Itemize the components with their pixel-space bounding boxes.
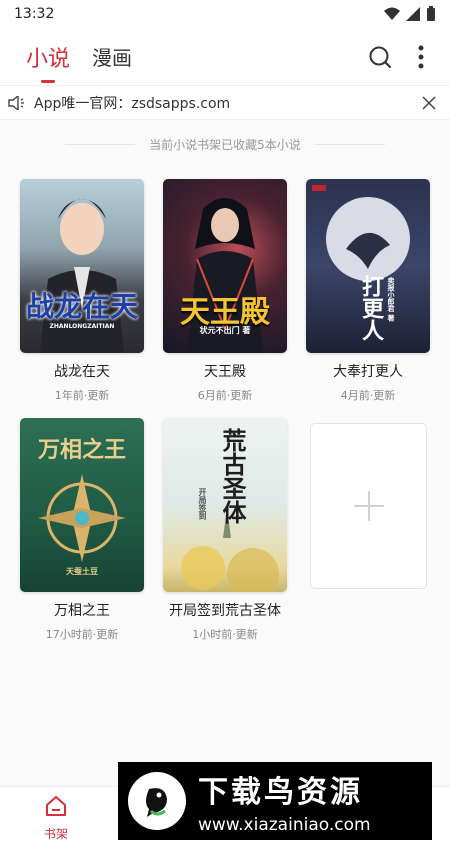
nav-bookshelf[interactable]: 书架 xyxy=(36,795,76,842)
cover-subtitle: 状元不出门 著 xyxy=(199,326,251,335)
book-item[interactable]: 战龙在天 ZHANLONGZAITIAN 战龙在天 1年前·更新 xyxy=(20,179,144,403)
tab-novel[interactable]: 小说 xyxy=(26,41,71,83)
search-icon[interactable] xyxy=(368,45,392,69)
status-bar: 13:32 xyxy=(0,0,450,28)
more-vertical-icon[interactable] xyxy=(418,45,424,69)
tab-comic[interactable]: 漫画 xyxy=(92,42,132,71)
notice-bar: App唯一官网：zsdsapps.com xyxy=(0,86,450,120)
divider-right xyxy=(314,144,385,145)
close-icon[interactable] xyxy=(422,95,436,110)
speaker-icon xyxy=(8,95,24,110)
book-update-time: 6月前·更新 xyxy=(197,389,253,402)
book-cover[interactable]: 战龙在天 ZHANLONGZAITIAN xyxy=(20,179,144,353)
notice-text: App唯一官网：zsdsapps.com xyxy=(34,95,231,112)
bird-logo-icon xyxy=(146,788,167,817)
cover-title: 战龙在天 xyxy=(25,290,138,323)
book-title: 万相之王 xyxy=(54,603,110,619)
watermark-logo xyxy=(128,772,186,830)
cover-subtitle: 卖报小郎君 著 xyxy=(387,277,395,322)
wifi-icon xyxy=(384,7,400,20)
book-update-time: 17小时前·更新 xyxy=(45,628,119,641)
cover-subtitle: 天蚕土豆 xyxy=(66,567,98,576)
active-tab-indicator xyxy=(41,79,55,83)
watermark-banner: 下载鸟资源 www.xiazainiao.com xyxy=(118,762,432,840)
plus-icon xyxy=(353,491,384,521)
book-item[interactable]: 打更人 卖报小郎君 著 大奉打更人 4月前·更新 xyxy=(306,179,430,403)
cover-title: 荒古圣体 xyxy=(218,428,246,524)
divider-left xyxy=(65,144,136,145)
book-update-time: 1年前·更新 xyxy=(54,389,110,402)
shelf-count: 当前小说书架已收藏5本小说 xyxy=(0,136,450,153)
book-cover[interactable]: 荒古圣体 开局签到 xyxy=(163,418,287,592)
tab-novel-label: 小说 xyxy=(26,46,71,72)
cover-title: 打更人 xyxy=(358,275,383,341)
cover-subtitle: ZHANLONGZAITIAN xyxy=(49,323,115,330)
cover-subtitle: 开局签到 xyxy=(198,488,207,520)
book-title: 大奉打更人 xyxy=(333,364,403,380)
watermark-title: 下载鸟资源 xyxy=(198,775,363,810)
signal-icon xyxy=(406,7,420,21)
book-item[interactable]: 天王殿 状元不出门 著 天王殿 6月前·更新 xyxy=(163,179,287,403)
book-update-time: 4月前·更新 xyxy=(340,389,396,402)
watermark-url: www.xiazainiao.com xyxy=(198,815,371,835)
battery-icon xyxy=(427,6,435,21)
shelf-count-text: 当前小说书架已收藏5本小说 xyxy=(149,138,301,152)
book-item[interactable]: 万相之王 天蚕土豆 万相之王 17小时前·更新 xyxy=(20,418,144,642)
book-item[interactable]: 荒古圣体 开局签到 开局签到荒古圣体 1小时前·更新 xyxy=(163,418,287,642)
book-title: 战龙在天 xyxy=(54,364,110,380)
top-tab-bar: 小说 漫画 xyxy=(0,28,450,86)
add-book-button[interactable] xyxy=(310,423,427,589)
book-cover[interactable]: 天王殿 状元不出门 著 xyxy=(163,179,287,353)
book-cover[interactable]: 打更人 卖报小郎君 著 xyxy=(306,179,430,353)
book-update-time: 1小时前·更新 xyxy=(192,628,258,641)
nav-bookshelf-label: 书架 xyxy=(43,827,68,841)
cover-title: 万相之王 xyxy=(37,438,126,463)
tab-comic-label: 漫画 xyxy=(92,46,133,70)
book-cover[interactable]: 万相之王 天蚕土豆 xyxy=(20,418,144,592)
status-icons xyxy=(384,6,436,22)
home-icon xyxy=(46,796,66,816)
book-title: 开局签到荒古圣体 xyxy=(169,603,281,619)
book-title: 天王殿 xyxy=(204,364,246,380)
status-time: 13:32 xyxy=(14,6,55,22)
